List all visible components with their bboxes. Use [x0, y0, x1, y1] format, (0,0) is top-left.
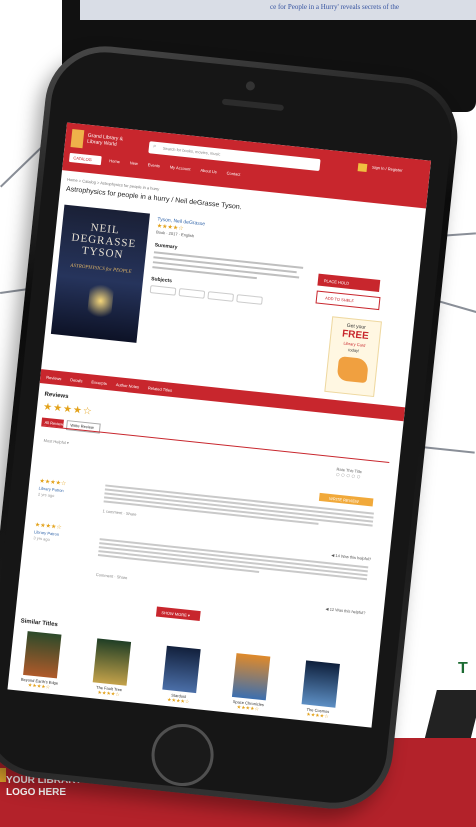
show-more-button[interactable]: SHOW MORE ▾	[155, 606, 201, 622]
main-nav: Home New Events My Account About Us Cont…	[109, 158, 241, 177]
book-details: Tyson, Neil deGrasse ★★★★☆ Book · 2017 ·…	[149, 216, 307, 308]
catalog-button[interactable]: CATALOG	[68, 152, 102, 166]
catalog-label: CATALOG	[73, 155, 93, 163]
subject-tag[interactable]	[207, 291, 235, 302]
sort-dropdown[interactable]: Most Helpful ▾	[43, 438, 69, 446]
nav-link-contact[interactable]: Contact	[226, 170, 240, 176]
place-hold-label: PLACE HOLD	[323, 278, 350, 286]
nav-link-home[interactable]: Home	[109, 158, 120, 164]
signin-link[interactable]: Sign In / Register	[372, 165, 422, 175]
add-to-shelf-label: ADD TO SHELF	[324, 295, 355, 304]
site-name[interactable]: Grand Library & Library World	[87, 133, 128, 149]
reviews-divider	[41, 425, 390, 463]
subject-tag[interactable]	[236, 294, 263, 305]
phone-screen: Grand Library & Library World ⌕ Search f…	[7, 122, 432, 728]
phone-device: Grand Library & Library World ⌕ Search f…	[0, 40, 464, 815]
similar-title-cover[interactable]	[162, 645, 201, 694]
show-more-label: SHOW MORE ▾	[161, 610, 191, 618]
review-actions[interactable]: 1 comment · Share	[102, 508, 136, 517]
similar-title-item[interactable]: Beyond Earth's Edge ★★★★☆	[14, 630, 70, 692]
review-date: 3 yrs ago	[33, 535, 51, 542]
review-date: 2 yrs ago	[37, 491, 55, 499]
cover-illustration	[86, 279, 115, 323]
helpful-vote[interactable]: ◀ 12 Was this helpful?	[325, 606, 365, 615]
place-hold-button[interactable]: PLACE HOLD	[317, 273, 381, 292]
similar-title-cover[interactable]	[23, 631, 62, 679]
nav-link-new[interactable]: New	[130, 160, 138, 166]
tab-reviews[interactable]: Reviews	[46, 375, 62, 382]
average-rating-stars: ★★★★☆	[42, 401, 94, 418]
tab-author-notes[interactable]: Author Notes	[116, 382, 140, 389]
similar-title-item[interactable]: Space Chronicles ★★★★☆	[223, 652, 279, 714]
write-review-button[interactable]: WRITE REVIEW	[318, 492, 374, 507]
tab-related[interactable]: Related Titles	[148, 385, 173, 393]
similar-title-cover[interactable]	[231, 653, 271, 701]
similar-title-item[interactable]: The Cosmos ★★★★☆	[292, 660, 348, 722]
search-placeholder: Search for books, movies, music	[162, 145, 221, 157]
similar-title-item[interactable]: Stardust ★★★★☆	[153, 645, 209, 707]
subject-tag[interactable]	[149, 285, 177, 296]
similar-title-item[interactable]: The Fault Tree ★★★★☆	[83, 638, 139, 700]
cover-title-text: ASTROPHYSICS for PEOPLE	[70, 263, 132, 275]
similar-titles-heading: Similar Titles	[20, 618, 59, 629]
tab-excerpts[interactable]: Excerpts	[91, 379, 107, 386]
reviews-heading: Reviews	[44, 391, 69, 401]
rate-this-title: Rate This Title ○○○○○	[320, 465, 376, 495]
search-icon[interactable]: ⌕	[153, 144, 157, 151]
similar-title-cover[interactable]	[92, 638, 132, 686]
hand-card-icon	[336, 356, 369, 384]
cover-author-text: NEIL DEGRASSE TYSON	[70, 221, 137, 262]
write-review-label: WRITE REVIEW	[328, 495, 360, 505]
similar-title-cover[interactable]	[301, 660, 340, 708]
subject-tag[interactable]	[178, 288, 206, 299]
review-actions[interactable]: Comment · Share	[96, 572, 128, 580]
tab-details[interactable]: Details	[70, 377, 83, 383]
nav-link-events[interactable]: Events	[148, 162, 161, 168]
account-icon[interactable]	[357, 163, 368, 173]
monitor-screen: ce for People in a Hurry' reveals secret…	[80, 0, 476, 20]
nav-link-about[interactable]: About Us	[200, 168, 217, 175]
book-cover[interactable]: NEIL DEGRASSE TYSON ASTROPHYSICS for PEO…	[50, 204, 150, 343]
library-logo[interactable]	[70, 129, 85, 149]
helpful-vote[interactable]: ◀ 14 Was this helpful?	[331, 552, 371, 561]
add-to-shelf-button[interactable]: ADD TO SHELF	[315, 290, 381, 311]
review-text	[103, 484, 374, 532]
nav-link-account[interactable]: My Account	[170, 164, 191, 171]
library-card-promo[interactable]: Get your FREE Library Card today!	[324, 316, 382, 398]
monitor-caption: ce for People in a Hurry' reveals secret…	[270, 3, 399, 11]
side-teaser-letter: T	[458, 660, 468, 677]
background-device-edge	[423, 690, 476, 745]
